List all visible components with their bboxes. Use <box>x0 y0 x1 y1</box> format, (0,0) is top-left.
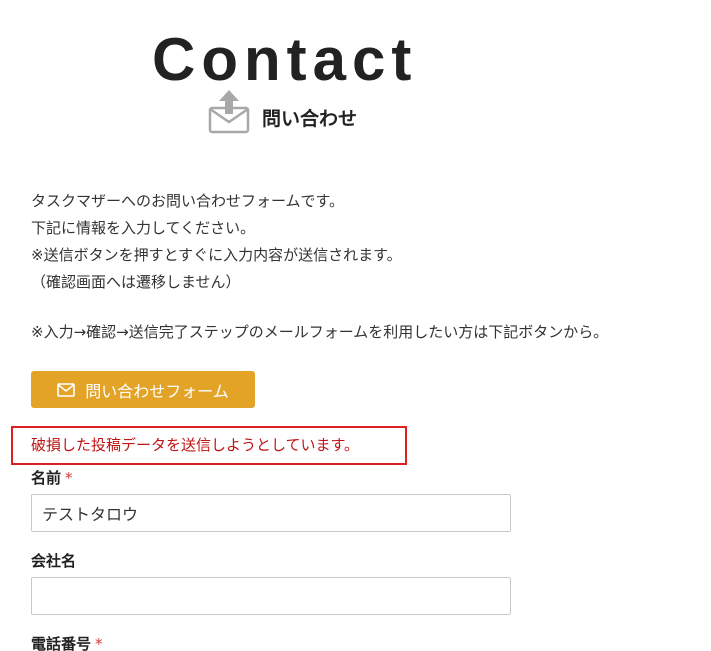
name-label-text: 名前 <box>31 469 62 487</box>
intro-text: タスクマザーへのお問い合わせフォームです。 下記に情報を入力してください。 ※送… <box>31 188 691 296</box>
page-title: Contact <box>152 26 418 93</box>
intro-line: ※送信ボタンを押すとすぐに入力内容が送信されます。 <box>31 246 402 264</box>
mail-icon <box>57 382 76 397</box>
step-form-note: ※入力→確認→送信完了ステップのメールフォームを利用したい方は下記ボタンから。 <box>31 323 609 341</box>
envelope-upload-icon <box>208 90 250 134</box>
intro-line: タスクマザーへのお問い合わせフォームです。 <box>31 192 345 210</box>
company-label-text: 会社名 <box>31 552 77 570</box>
phone-label-text: 電話番号 <box>31 635 92 651</box>
page-subtitle: 問い合わせ <box>262 108 358 130</box>
required-mark: * <box>95 635 103 651</box>
inquiry-form-button[interactable]: 問い合わせフォーム <box>31 371 255 408</box>
inquiry-form-button-label: 問い合わせフォーム <box>85 381 229 401</box>
error-message: 破損した投稿データを送信しようとしています。 <box>31 436 360 454</box>
company-label: 会社名 <box>31 550 76 572</box>
name-label: 名前 * <box>31 467 73 489</box>
required-mark: * <box>65 469 73 487</box>
company-input[interactable] <box>31 577 511 615</box>
phone-label: 電話番号 * <box>31 633 103 651</box>
intro-line: （確認画面へは遷移しません） <box>31 273 241 291</box>
name-input[interactable] <box>31 494 511 532</box>
contact-page: Contact 問い合わせ タスクマザーへのお問い合わせフォームです。 下記に情… <box>0 0 711 651</box>
intro-line: 下記に情報を入力してください。 <box>31 219 256 237</box>
